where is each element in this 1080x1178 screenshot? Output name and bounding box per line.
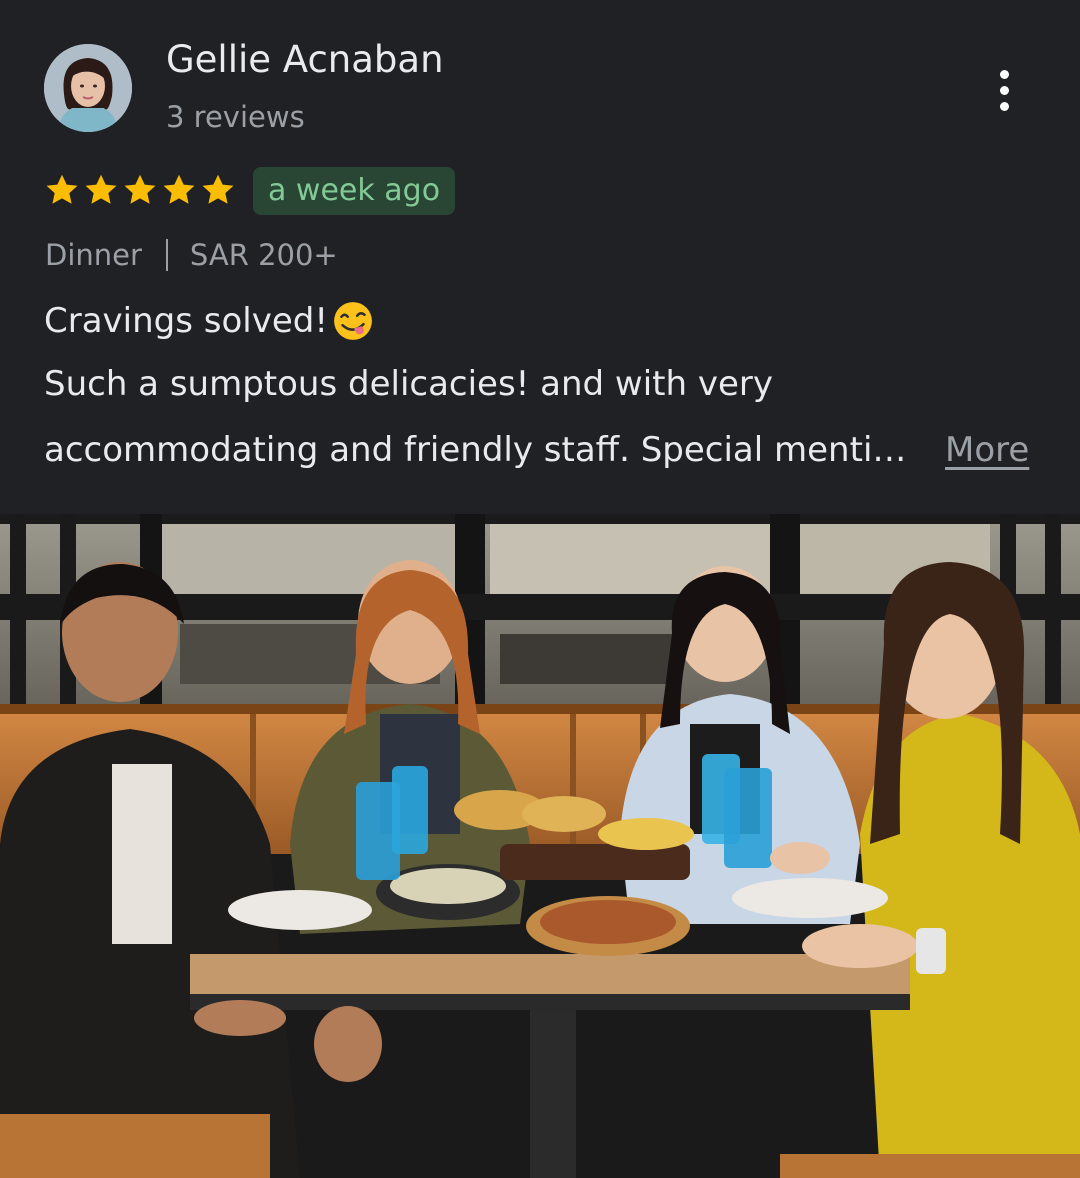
review-meta: Dinner SAR 200+: [45, 238, 338, 272]
star-icon: [202, 174, 234, 204]
review-count[interactable]: 3 reviews: [166, 100, 305, 134]
meta-divider: [165, 239, 168, 271]
face-savoring-food-icon: [334, 302, 372, 340]
star-icon: [85, 174, 117, 204]
more-link[interactable]: More: [945, 430, 1029, 470]
review-photo[interactable]: [0, 514, 1080, 1178]
price-range: SAR 200+: [189, 238, 338, 272]
meal-type: Dinner: [45, 238, 142, 272]
menu-dot: [999, 101, 1009, 111]
time-ago-badge: a week ago: [253, 167, 456, 215]
reviewer-avatar[interactable]: [44, 44, 132, 132]
more-vert-icon[interactable]: [982, 62, 1026, 118]
review-card: Gellie Acnaban 3 reviews a week ago Dinn…: [0, 0, 1080, 1178]
review-text-line-2: accommodating and friendly staff. Specia…: [44, 430, 907, 470]
review-title: Cravings solved!: [44, 300, 374, 342]
star-icon: [46, 174, 78, 204]
review-title-text: Cravings solved!: [44, 301, 328, 341]
star-icon: [163, 174, 195, 204]
review-text-line-1: Such a sumptous delicacies! and with ver…: [44, 364, 773, 404]
star-rating: [44, 172, 236, 208]
menu-dot: [999, 69, 1009, 79]
reviewer-name[interactable]: Gellie Acnaban: [166, 38, 444, 81]
menu-dot: [999, 85, 1009, 95]
review-photo-image: [0, 514, 1080, 1178]
star-icon: [124, 174, 156, 204]
